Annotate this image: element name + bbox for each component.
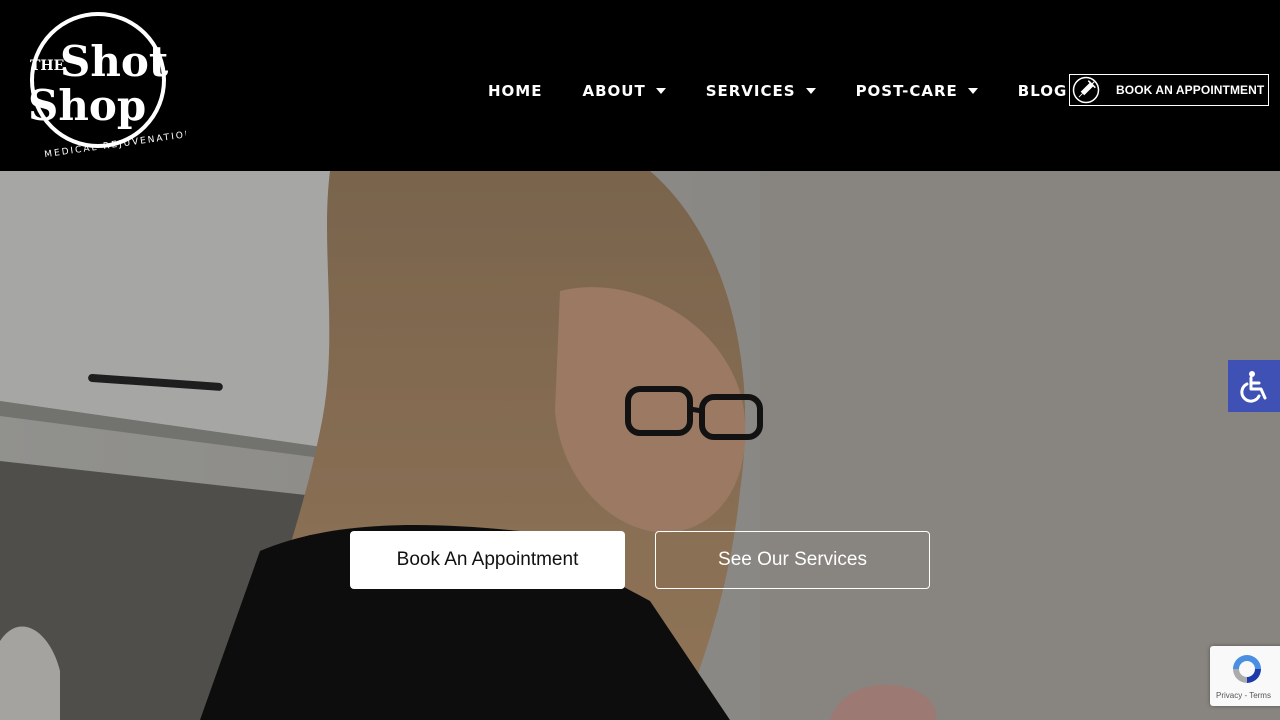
- svg-text:MEDICAL REJUVENATION: MEDICAL REJUVENATION: [44, 129, 186, 160]
- nav-services[interactable]: SERVICES: [686, 71, 836, 111]
- book-appointment-button[interactable]: Book An Appointment: [350, 531, 625, 589]
- hero-overlay: [0, 171, 1280, 720]
- svg-text:Shot: Shot: [60, 37, 169, 86]
- nav-blog-label: BLOG: [1017, 82, 1068, 100]
- recaptcha-links[interactable]: Privacy - Terms: [1216, 691, 1271, 700]
- svg-text:Shop: Shop: [28, 81, 146, 130]
- recaptcha-icon: [1233, 655, 1261, 683]
- accessibility-toggle[interactable]: [1228, 360, 1280, 412]
- site-header: THE Shot Shop MEDICAL REJUVENATION HOME …: [0, 0, 1280, 171]
- wheelchair-icon: [1240, 371, 1267, 403]
- nav-services-label: SERVICES: [705, 82, 796, 100]
- nav-about-label: ABOUT: [582, 82, 646, 100]
- header-book-appointment-button[interactable]: BOOK AN APPOINTMENT: [1069, 74, 1269, 106]
- see-services-button[interactable]: See Our Services: [655, 531, 930, 589]
- hero-section: Book An Appointment See Our Services: [0, 171, 1280, 720]
- nav-about[interactable]: ABOUT: [562, 71, 685, 111]
- site-logo[interactable]: THE Shot Shop MEDICAL REJUVENATION: [26, 8, 194, 164]
- logo-graphic: THE Shot Shop MEDICAL REJUVENATION: [28, 12, 194, 160]
- recaptcha-badge[interactable]: Privacy - Terms: [1210, 646, 1280, 706]
- nav-post-care-label: POST-CARE: [855, 82, 958, 100]
- main-nav: HOME ABOUT SERVICES POST-CARE BLOG: [468, 71, 1087, 111]
- nav-post-care[interactable]: POST-CARE: [836, 71, 998, 111]
- caret-down-icon: [655, 88, 666, 94]
- syringe-icon: [1072, 76, 1100, 104]
- caret-down-icon: [967, 88, 978, 94]
- caret-down-icon: [805, 88, 816, 94]
- nav-home[interactable]: HOME: [468, 71, 562, 111]
- header-book-appointment-label: BOOK AN APPOINTMENT: [1116, 83, 1265, 97]
- nav-home-label: HOME: [488, 82, 543, 100]
